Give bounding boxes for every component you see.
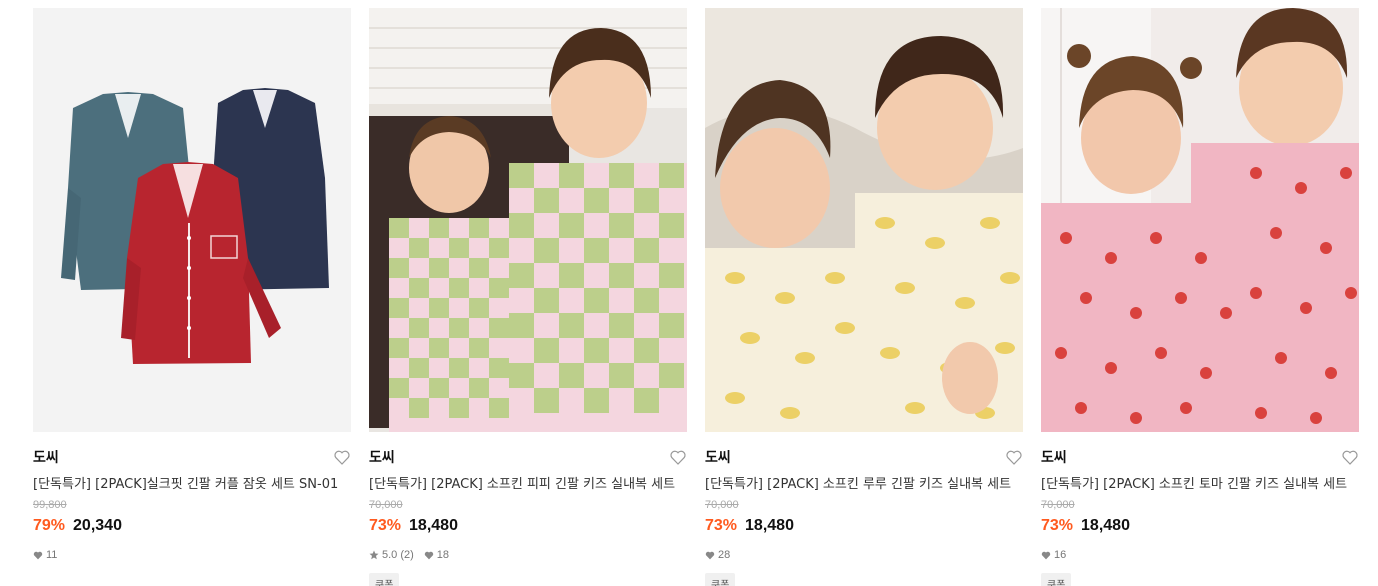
- original-price: 70,000: [1041, 499, 1075, 511]
- product-meta: 28: [705, 548, 1023, 562]
- sale-price: 18,480: [409, 517, 458, 534]
- likes-count: 28: [705, 549, 730, 561]
- price-row: 73% 18,480: [1041, 517, 1359, 535]
- rating: 5.0 (2): [369, 549, 414, 561]
- coupon-badge: 쿠폰: [369, 573, 400, 586]
- heart-filled-icon: [33, 551, 43, 559]
- likes-value: 18: [436, 549, 450, 561]
- wishlist-heart-icon[interactable]: [1005, 448, 1023, 466]
- brand-name[interactable]: 도씨: [369, 447, 395, 467]
- brand-name[interactable]: 도씨: [1041, 447, 1067, 467]
- product-meta: 16: [1041, 548, 1359, 562]
- heart-filled-icon: [424, 551, 434, 559]
- product-image[interactable]: [705, 8, 1023, 432]
- product-image[interactable]: [369, 8, 687, 432]
- discount-rate: 73%: [1041, 517, 1074, 534]
- product-grid: 도씨 [단독특가] [2PACK]실크핏 긴팔 커플 잠옷 세트 SN-01 9…: [33, 8, 1359, 586]
- price-row: 79% 20,340: [33, 517, 351, 535]
- likes-value: 16: [1054, 549, 1067, 561]
- discount-rate: 73%: [705, 517, 738, 534]
- product-card[interactable]: 도씨 [단독특가] [2PACK]실크핏 긴팔 커플 잠옷 세트 SN-01 9…: [33, 8, 351, 586]
- brand-name[interactable]: 도씨: [33, 447, 59, 467]
- rating-value: 5.0 (2): [382, 549, 414, 561]
- original-price: 99,800: [33, 499, 67, 511]
- product-image[interactable]: [1041, 8, 1359, 432]
- discount-rate: 79%: [33, 517, 66, 534]
- product-title[interactable]: [단독특가] [2PACK] 소프킨 루루 긴팔 키즈 실내복 세트: [705, 473, 1023, 492]
- price-row: 73% 18,480: [705, 517, 1023, 535]
- likes-value: 11: [46, 549, 58, 561]
- original-price: 70,000: [369, 499, 403, 511]
- likes-value: 28: [718, 549, 731, 561]
- brand-name[interactable]: 도씨: [705, 447, 731, 467]
- product-title[interactable]: [단독특가] [2PACK] 소프킨 피피 긴팔 키즈 실내복 세트: [369, 473, 687, 492]
- product-card[interactable]: 도씨 [단독특가] [2PACK] 소프킨 루루 긴팔 키즈 실내복 세트 70…: [705, 8, 1023, 586]
- product-title[interactable]: [단독특가] [2PACK]실크핏 긴팔 커플 잠옷 세트 SN-01: [33, 473, 351, 492]
- sale-price: 18,480: [745, 517, 794, 534]
- discount-rate: 73%: [369, 517, 402, 534]
- wishlist-heart-icon[interactable]: [333, 448, 351, 466]
- product-card[interactable]: 도씨 [단독특가] [2PACK] 소프킨 토마 긴팔 키즈 실내복 세트 70…: [1041, 8, 1359, 586]
- wishlist-heart-icon[interactable]: [1341, 448, 1359, 466]
- original-price: 70,000: [705, 499, 739, 511]
- heart-filled-icon: [1041, 551, 1051, 559]
- wishlist-heart-icon[interactable]: [669, 448, 687, 466]
- coupon-badge: 쿠폰: [705, 573, 736, 586]
- sale-price: 18,480: [1081, 517, 1130, 534]
- heart-filled-icon: [705, 551, 715, 559]
- product-title[interactable]: [단독특가] [2PACK] 소프킨 토마 긴팔 키즈 실내복 세트: [1041, 473, 1359, 492]
- coupon-badge: 쿠폰: [1041, 573, 1072, 586]
- likes-count: 11: [33, 549, 57, 561]
- product-meta: 11: [33, 548, 351, 562]
- sale-price: 20,340: [73, 517, 122, 534]
- product-meta: 5.0 (2) 18: [369, 548, 687, 562]
- likes-count: 16: [1041, 549, 1066, 561]
- likes-count: 18: [424, 549, 449, 561]
- product-image[interactable]: [33, 8, 351, 432]
- star-icon: [369, 550, 379, 560]
- price-row: 73% 18,480: [369, 517, 687, 535]
- product-card[interactable]: 도씨 [단독특가] [2PACK] 소프킨 피피 긴팔 키즈 실내복 세트 70…: [369, 8, 687, 586]
